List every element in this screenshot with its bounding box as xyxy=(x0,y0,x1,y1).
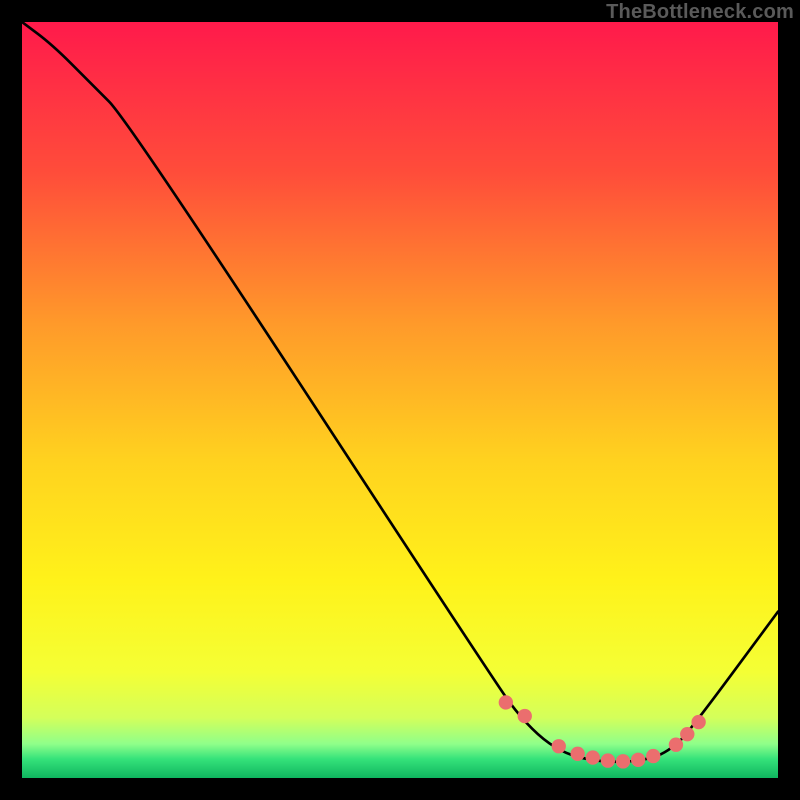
marker-group xyxy=(499,695,706,768)
optimal-marker xyxy=(680,727,694,741)
optimal-marker xyxy=(570,747,584,761)
optimal-marker xyxy=(586,750,600,764)
attribution-label: TheBottleneck.com xyxy=(606,1,794,24)
chart-frame: TheBottleneck.com xyxy=(0,0,800,800)
curve-layer xyxy=(22,22,778,778)
optimal-marker xyxy=(518,709,532,723)
optimal-marker xyxy=(646,749,660,763)
optimal-marker xyxy=(499,695,513,709)
optimal-marker xyxy=(616,754,630,768)
optimal-marker xyxy=(552,739,566,753)
optimal-marker xyxy=(691,715,705,729)
plot-area xyxy=(22,22,778,778)
optimal-marker xyxy=(669,738,683,752)
optimal-marker xyxy=(631,753,645,767)
bottleneck-curve xyxy=(22,22,778,762)
optimal-marker xyxy=(601,753,615,767)
